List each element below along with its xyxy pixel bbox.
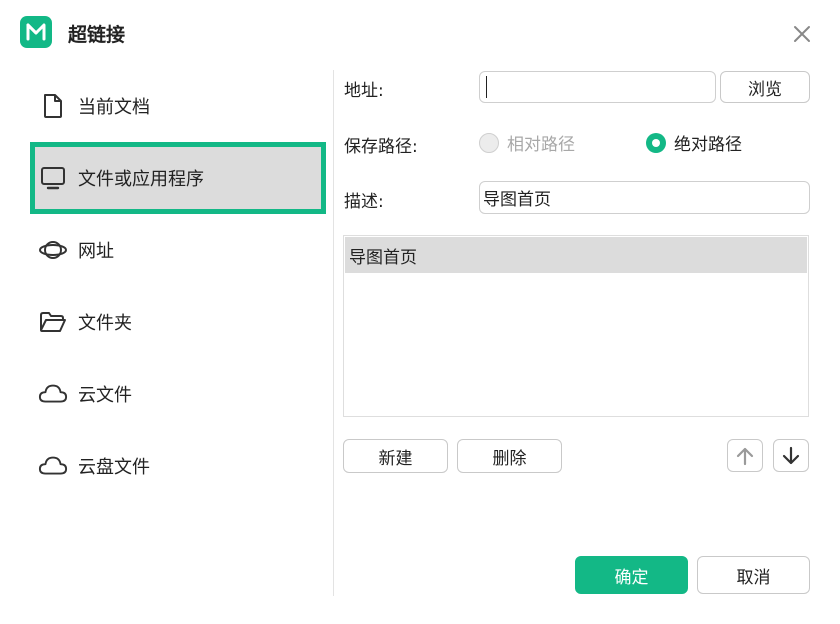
planet-icon xyxy=(38,235,68,265)
sidebar-item-url[interactable]: 网址 xyxy=(30,214,326,286)
list-item[interactable]: 导图首页 xyxy=(345,237,807,273)
text-caret xyxy=(486,76,487,98)
description-label: 描述: xyxy=(344,192,384,212)
close-button[interactable] xyxy=(790,22,814,46)
sidebar-item-label: 文件或应用程序 xyxy=(78,169,204,190)
arrow-down-icon xyxy=(782,446,800,464)
document-icon xyxy=(38,91,68,121)
cancel-button[interactable]: 取消 xyxy=(697,556,810,594)
absolute-path-radio[interactable]: 绝对路径 xyxy=(646,130,742,155)
relative-path-radio[interactable]: 相对路径 xyxy=(479,130,575,155)
address-label: 地址: xyxy=(344,81,384,101)
cloud-icon xyxy=(38,379,68,409)
relative-path-label: 相对路径 xyxy=(507,135,575,155)
sidebar-item-label: 文件夹 xyxy=(78,313,132,334)
sidebar-item-label: 网址 xyxy=(78,241,114,262)
move-down-button[interactable] xyxy=(773,439,809,472)
link-list[interactable]: 导图首页 xyxy=(343,235,809,417)
close-icon xyxy=(794,26,810,42)
sidebar-item-folder[interactable]: 文件夹 xyxy=(30,286,326,358)
panel-divider xyxy=(333,70,334,596)
address-input[interactable] xyxy=(479,71,716,103)
sidebar-item-label: 当前文档 xyxy=(78,97,150,118)
browse-button[interactable]: 浏览 xyxy=(720,71,810,103)
app-logo-icon xyxy=(20,16,52,48)
sidebar-item-cloud-file[interactable]: 云文件 xyxy=(30,358,326,430)
move-up-button[interactable] xyxy=(727,439,763,472)
description-input[interactable]: 导图首页 xyxy=(479,181,810,214)
sidebar-item-current-document[interactable]: 当前文档 xyxy=(30,70,326,142)
absolute-path-label: 绝对路径 xyxy=(674,135,742,155)
arrow-up-icon xyxy=(736,447,754,465)
radio-circle xyxy=(646,132,666,153)
cloud-drive-icon xyxy=(38,451,68,481)
delete-button[interactable]: 删除 xyxy=(457,439,562,473)
confirm-button[interactable]: 确定 xyxy=(575,556,688,594)
sidebar-item-file-or-application[interactable]: 文件或应用程序 xyxy=(30,142,326,214)
sidebar-item-label: 云文件 xyxy=(78,385,132,406)
sidebar-item-cloud-drive-file[interactable]: 云盘文件 xyxy=(30,430,326,502)
save-path-label: 保存路径: xyxy=(344,137,418,157)
dialog-title: 超链接 xyxy=(68,24,126,46)
new-button[interactable]: 新建 xyxy=(343,439,448,473)
radio-circle xyxy=(479,132,499,153)
hyperlink-dialog: 超链接 当前文档 文件或应用程序 网址 文件夹 云文件 云盘文件 地址: 浏览 … xyxy=(0,0,840,624)
sidebar-item-label: 云盘文件 xyxy=(78,457,150,478)
description-value: 导图首页 xyxy=(483,190,551,210)
monitor-icon xyxy=(38,163,68,193)
folder-icon xyxy=(38,307,68,337)
link-type-sidebar: 当前文档 文件或应用程序 网址 文件夹 云文件 云盘文件 xyxy=(0,70,333,596)
